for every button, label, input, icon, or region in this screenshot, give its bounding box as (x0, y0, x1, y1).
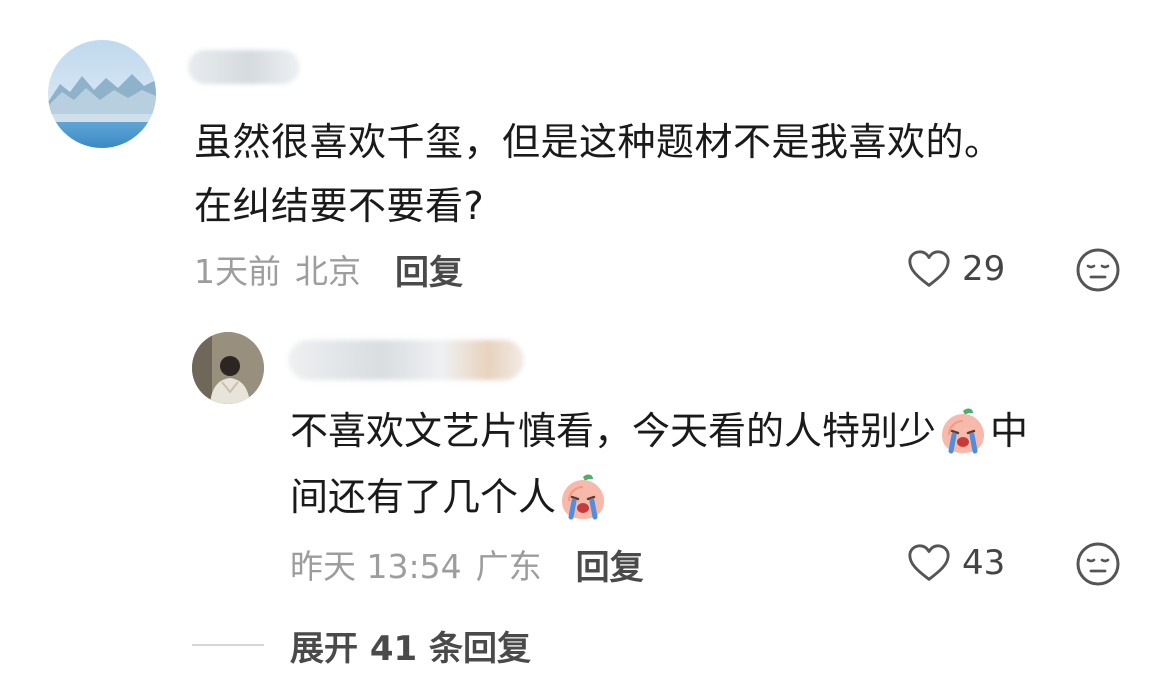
like-button[interactable]: 29 (906, 246, 1005, 292)
username-blurred[interactable] (188, 50, 300, 84)
comment-meta: 1天前 北京 回复 (194, 244, 463, 294)
reply-username-blurred[interactable] (288, 340, 524, 380)
reply-text-line: 不喜欢文艺片慎看，今天看的人特别少 中 (290, 398, 1130, 464)
reply-like-count: 43 (962, 543, 1006, 583)
crying-peach-emoji-icon (942, 408, 985, 454)
neutral-face-icon[interactable] (1074, 540, 1122, 588)
person-avatar-icon (192, 332, 264, 404)
reply-text-line: 间还有了几个人 (290, 464, 1130, 530)
user-avatar[interactable] (48, 40, 156, 148)
expand-replies-label: 展开 41 条回复 (290, 628, 531, 669)
reply-text-segment: 不喜欢文艺片慎看，今天看的人特别少 (290, 409, 937, 453)
comment-text: 虽然很喜欢千玺，但是这种题材不是我喜欢的。 在纠结要不要看? (194, 110, 1124, 238)
comment-time: 1天前 (194, 252, 281, 291)
reply-location: 广东 (475, 547, 542, 586)
neutral-face-icon[interactable] (1074, 246, 1122, 294)
reply-button[interactable]: 回复 (395, 245, 463, 294)
reply-user-avatar[interactable] (192, 332, 264, 404)
comment-location: 北京 (295, 252, 361, 291)
reply-reply-button[interactable]: 回复 (576, 540, 644, 589)
reply-text-segment: 间还有了几个人 (290, 475, 557, 519)
reply-like-button[interactable]: 43 (906, 540, 1005, 586)
reply-time: 昨天 13:54 (290, 547, 462, 586)
comment-thread: 虽然很喜欢千玺，但是这种题材不是我喜欢的。 在纠结要不要看? 1天前 北京 回复… (0, 0, 1170, 694)
heart-outline-icon[interactable] (906, 246, 952, 292)
reply-text-segment: 中 (990, 409, 1029, 453)
landscape-avatar-icon (48, 40, 156, 148)
divider-line (192, 644, 264, 646)
heart-outline-icon[interactable] (906, 540, 952, 586)
crying-peach-emoji-icon (562, 474, 605, 520)
comment-text-line: 在纠结要不要看? (194, 184, 485, 228)
reply-text: 不喜欢文艺片慎看，今天看的人特别少 中 间还有了几个人 (290, 398, 1130, 530)
reply-meta: 昨天 13:54 广东 回复 (290, 538, 644, 590)
like-count: 29 (962, 249, 1006, 289)
expand-replies-button[interactable]: 展开 41 条回复 (192, 620, 531, 670)
comment-text-line: 虽然很喜欢千玺，但是这种题材不是我喜欢的。 (194, 120, 1003, 164)
